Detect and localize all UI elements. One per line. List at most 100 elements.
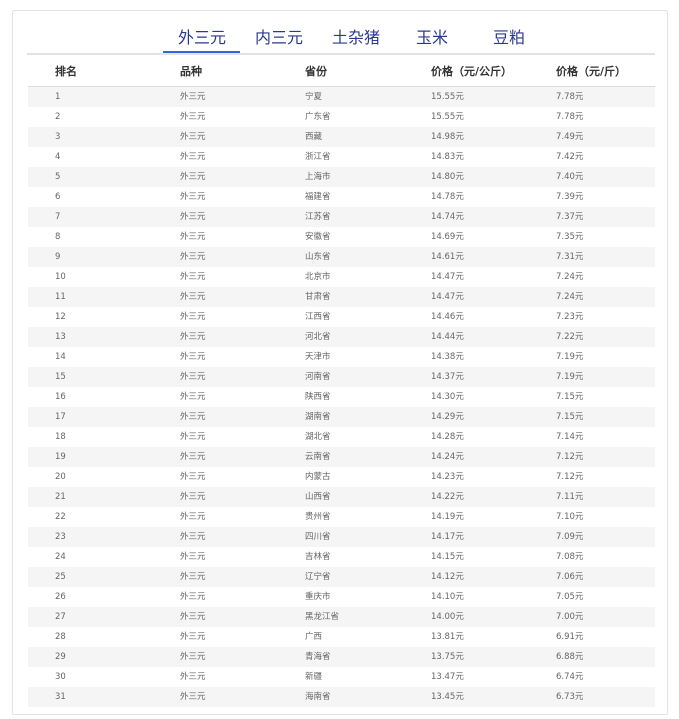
province-cell: 青海省 — [305, 652, 331, 662]
rank-cell: 4 — [55, 152, 61, 162]
province-cell: 湖南省 — [305, 412, 331, 422]
active-tab-indicator — [163, 51, 240, 53]
variety-cell: 外三元 — [180, 392, 206, 402]
rank-cell: 30 — [55, 672, 66, 682]
tab-tu-za-zhu[interactable]: 土杂猪 — [332, 24, 380, 48]
table-row: 18 外三元 湖北省 14.28元 7.14元 — [28, 427, 655, 447]
variety-cell: 外三元 — [180, 92, 206, 102]
price-jin-cell: 7.06元 — [556, 572, 584, 582]
price-jin-cell: 7.19元 — [556, 352, 584, 362]
province-cell: 江苏省 — [305, 212, 331, 222]
variety-cell: 外三元 — [180, 292, 206, 302]
price-jin-cell: 7.24元 — [556, 292, 584, 302]
province-cell: 浙江省 — [305, 152, 331, 162]
variety-cell: 外三元 — [180, 592, 206, 602]
province-cell: 北京市 — [305, 272, 331, 282]
province-cell: 安徽省 — [305, 232, 331, 242]
price-jin-cell: 7.11元 — [556, 492, 584, 502]
rank-cell: 20 — [55, 472, 66, 482]
rank-cell: 5 — [55, 172, 61, 182]
variety-cell: 外三元 — [180, 372, 206, 382]
table-row: 12 外三元 江西省 14.46元 7.23元 — [28, 307, 655, 327]
rank-cell: 29 — [55, 652, 66, 662]
table-row: 8 外三元 安徽省 14.69元 7.35元 — [28, 227, 655, 247]
province-cell: 天津市 — [305, 352, 331, 362]
rank-cell: 31 — [55, 692, 66, 702]
rank-cell: 11 — [55, 292, 66, 302]
price-jin-cell: 7.37元 — [556, 212, 584, 222]
table-row: 27 外三元 黑龙江省 14.00元 7.00元 — [28, 607, 655, 627]
variety-cell: 外三元 — [180, 112, 206, 122]
price-jin-cell: 7.78元 — [556, 112, 584, 122]
variety-cell: 外三元 — [180, 192, 206, 202]
rank-cell: 24 — [55, 552, 66, 562]
price-kg-cell: 13.45元 — [431, 692, 464, 702]
price-jin-cell: 7.49元 — [556, 132, 584, 142]
table-row: 10 外三元 北京市 14.47元 7.24元 — [28, 267, 655, 287]
rank-cell: 12 — [55, 312, 66, 322]
price-kg-cell: 14.30元 — [431, 392, 464, 402]
table-row: 6 外三元 福建省 14.78元 7.39元 — [28, 187, 655, 207]
header-price-per-kg: 价格（元/公斤） — [431, 65, 513, 78]
province-cell: 海南省 — [305, 692, 331, 702]
province-cell: 陕西省 — [305, 392, 331, 402]
price-jin-cell: 7.09元 — [556, 532, 584, 542]
variety-cell: 外三元 — [180, 512, 206, 522]
table-row: 29 外三元 青海省 13.75元 6.88元 — [28, 647, 655, 667]
province-cell: 上海市 — [305, 172, 331, 182]
rank-cell: 13 — [55, 332, 66, 342]
variety-cell: 外三元 — [180, 172, 206, 182]
price-jin-cell: 6.74元 — [556, 672, 584, 682]
table-header: 排名 品种 省份 价格（元/公斤） 价格（元/斤） — [28, 56, 655, 87]
table-row: 3 外三元 西藏 14.98元 7.49元 — [28, 127, 655, 147]
price-kg-cell: 14.98元 — [431, 132, 464, 142]
table-row: 23 外三元 四川省 14.17元 7.09元 — [28, 527, 655, 547]
province-cell: 辽宁省 — [305, 572, 331, 582]
price-jin-cell: 7.23元 — [556, 312, 584, 322]
variety-cell: 外三元 — [180, 552, 206, 562]
table-row: 19 外三元 云南省 14.24元 7.12元 — [28, 447, 655, 467]
variety-cell: 外三元 — [180, 612, 206, 622]
price-jin-cell: 7.39元 — [556, 192, 584, 202]
province-cell: 湖北省 — [305, 432, 331, 442]
variety-cell: 外三元 — [180, 212, 206, 222]
variety-cell: 外三元 — [180, 232, 206, 242]
tab-wai-san-yuan[interactable]: 外三元 — [178, 24, 226, 48]
province-cell: 江西省 — [305, 312, 331, 322]
variety-cell: 外三元 — [180, 572, 206, 582]
rank-cell: 15 — [55, 372, 66, 382]
rank-cell: 8 — [55, 232, 61, 242]
tab-yu-mi[interactable]: 玉米 — [416, 24, 448, 48]
price-jin-cell: 7.35元 — [556, 232, 584, 242]
tab-dou-po[interactable]: 豆粕 — [493, 24, 525, 48]
price-kg-cell: 14.28元 — [431, 432, 464, 442]
price-jin-cell: 7.10元 — [556, 512, 584, 522]
rank-cell: 27 — [55, 612, 66, 622]
table-row: 26 外三元 重庆市 14.10元 7.05元 — [28, 587, 655, 607]
variety-cell: 外三元 — [180, 652, 206, 662]
rank-cell: 16 — [55, 392, 66, 402]
table-row: 22 外三元 贵州省 14.19元 7.10元 — [28, 507, 655, 527]
header-province: 省份 — [305, 65, 327, 78]
table-row: 30 外三元 新疆 13.47元 6.74元 — [28, 667, 655, 687]
price-jin-cell: 7.05元 — [556, 592, 584, 602]
price-jin-cell: 7.78元 — [556, 92, 584, 102]
price-kg-cell: 13.47元 — [431, 672, 464, 682]
province-cell: 山西省 — [305, 492, 331, 502]
rank-cell: 10 — [55, 272, 66, 282]
price-kg-cell: 14.47元 — [431, 272, 464, 282]
price-kg-cell: 14.23元 — [431, 472, 464, 482]
tab-nei-san-yuan[interactable]: 内三元 — [255, 24, 303, 48]
province-cell: 宁夏 — [305, 92, 323, 102]
rank-cell: 25 — [55, 572, 66, 582]
province-cell: 广东省 — [305, 112, 331, 122]
price-jin-cell: 7.00元 — [556, 612, 584, 622]
price-jin-cell: 7.31元 — [556, 252, 584, 262]
price-kg-cell: 14.78元 — [431, 192, 464, 202]
variety-cell: 外三元 — [180, 272, 206, 282]
price-kg-cell: 14.38元 — [431, 352, 464, 362]
price-jin-cell: 7.08元 — [556, 552, 584, 562]
rank-cell: 9 — [55, 252, 61, 262]
price-jin-cell: 7.15元 — [556, 392, 584, 402]
price-kg-cell: 14.10元 — [431, 592, 464, 602]
